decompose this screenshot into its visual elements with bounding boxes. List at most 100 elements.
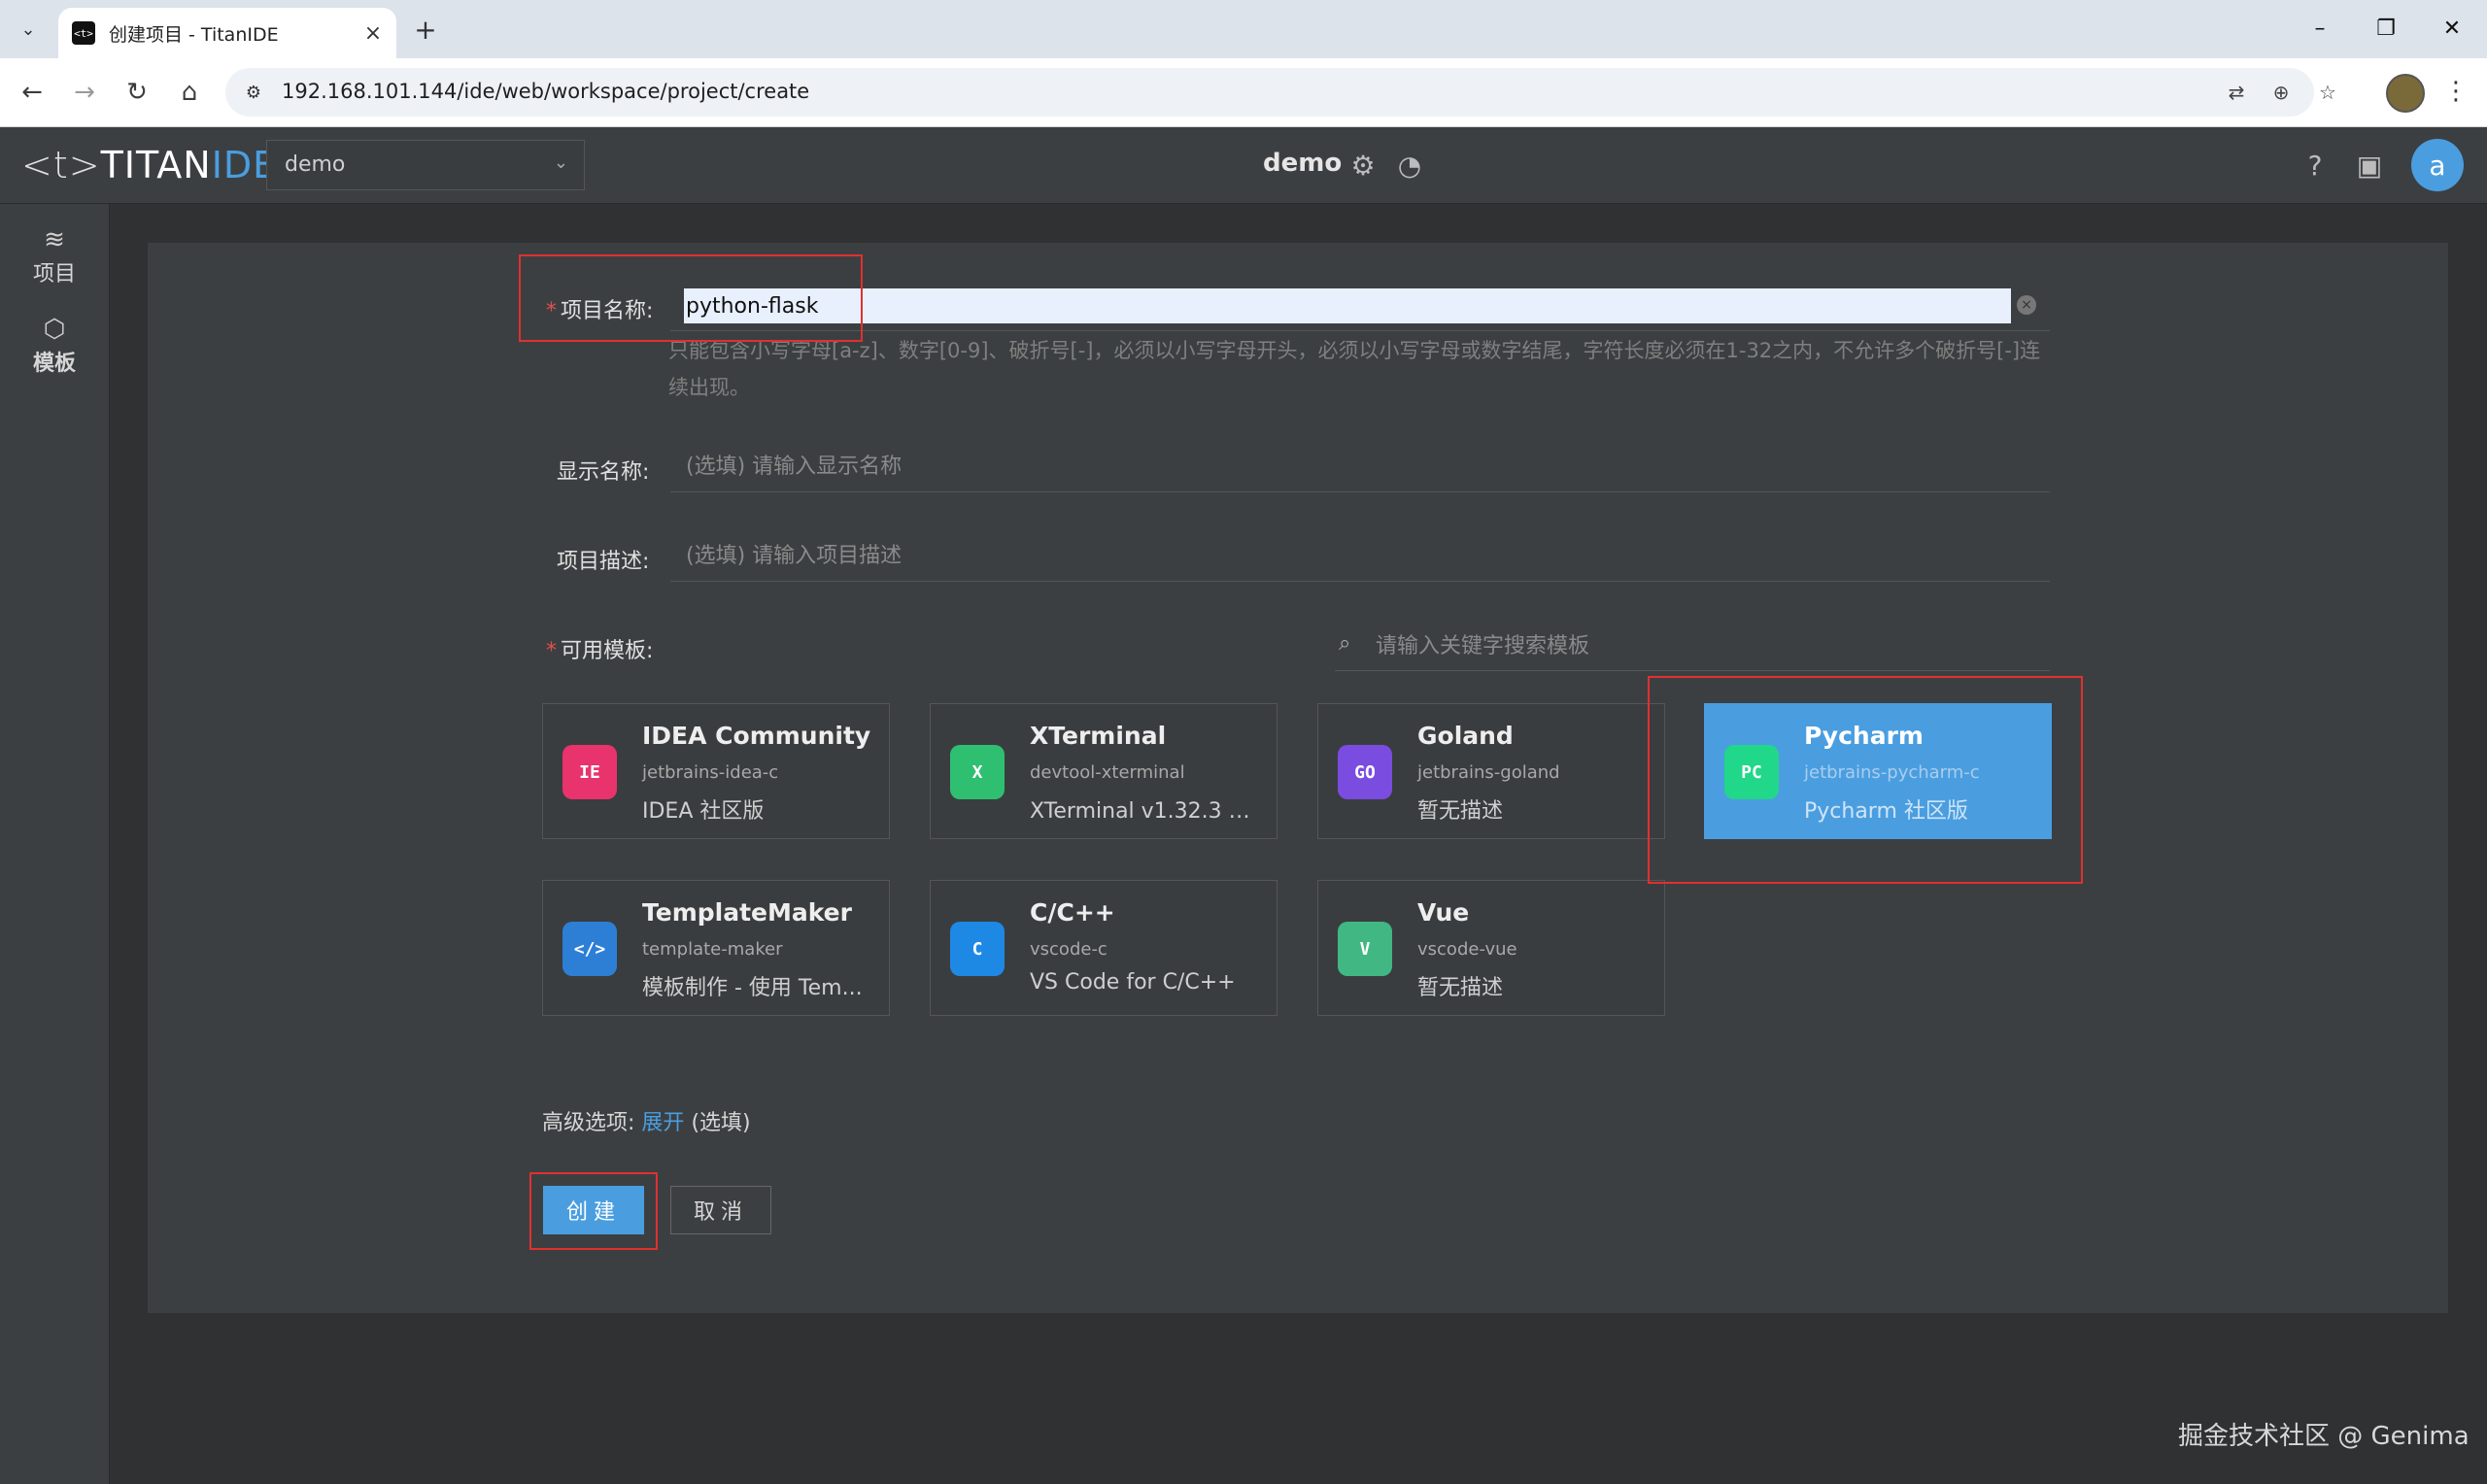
template-id: jetbrains-goland <box>1417 762 1560 783</box>
zoom-icon[interactable]: ⊕ <box>2266 78 2297 107</box>
template-desc: IDEA 社区版 <box>642 799 765 824</box>
gear-icon[interactable]: ⚙ <box>1345 147 1381 184</box>
home-icon[interactable]: ⌂ <box>169 72 210 113</box>
template-id: jetbrains-idea-c <box>642 762 779 783</box>
template-title: C/C++ <box>1030 898 1115 927</box>
template-card[interactable]: X XTerminal devtool-xterminal XTerminal v1.… <box>930 703 1278 839</box>
tab-close-icon[interactable]: × <box>358 21 389 46</box>
forward-icon[interactable]: → <box>64 72 105 113</box>
new-tab-icon[interactable]: + <box>406 12 445 47</box>
titanide-logo[interactable]: <t> TITAN IDE <box>21 143 277 187</box>
display-name-label: 显示名称: <box>557 460 650 485</box>
clear-icon[interactable]: × <box>2017 295 2036 315</box>
template-id: devtool-xterminal <box>1030 762 1185 783</box>
sidebar-item-label: 模板 <box>32 352 76 376</box>
template-desc: Pycharm 社区版 <box>1804 799 1968 824</box>
minimize-icon[interactable]: – <box>2293 10 2347 47</box>
template-search-input[interactable] <box>1374 622 2038 670</box>
project-name-underline <box>670 330 2050 331</box>
tab-favicon: <t> <box>72 21 95 45</box>
project-desc-label: 项目描述: <box>557 550 650 574</box>
template-desc: 暂无描述 <box>1417 799 1504 824</box>
template-id: vscode-c <box>1030 939 1107 960</box>
idea-icon: IE <box>562 745 617 799</box>
reload-icon[interactable]: ↻ <box>117 72 157 113</box>
template-search: ⌕ <box>1335 622 2050 671</box>
vscode-c-icon: C <box>950 922 1005 976</box>
display-name-input[interactable] <box>670 443 2050 489</box>
app-header: <t> TITAN IDE demo ⌄ demo ⚙ ◔ ? ▣ a <box>0 127 2487 204</box>
project-desc-input[interactable] <box>670 532 2050 579</box>
template-id: vscode-vue <box>1417 939 1517 960</box>
template-card[interactable]: C C/C++ vscode-c VS Code for C/C++ <box>930 880 1278 1016</box>
bookmark-star-icon[interactable]: ☆ <box>2312 78 2343 107</box>
create-button[interactable]: 创建 <box>543 1186 644 1234</box>
logo-bracket: <t> <box>21 144 101 186</box>
chevron-down-icon: ⌄ <box>553 152 568 173</box>
display-name-field <box>670 443 2050 492</box>
advanced-options: 高级选项: 展开 (选填) <box>542 1105 751 1136</box>
template-title: TemplateMaker <box>642 898 852 927</box>
watermark: 掘金技术社区 @ Genima <box>2178 1422 2470 1451</box>
dashboard-icon[interactable]: ◔ <box>1391 147 1428 184</box>
workspace-title: demo <box>1263 149 1343 178</box>
template-card[interactable]: </> TemplateMaker template-maker 模板制作 - 使用 … <box>542 880 890 1016</box>
browser-tab[interactable]: <t> 创建项目 - TitanIDE × <box>58 8 396 58</box>
profile-avatar[interactable] <box>2386 74 2425 113</box>
help-icon[interactable]: ? <box>2297 147 2334 184</box>
template-title: XTerminal <box>1030 722 1167 750</box>
address-bar[interactable]: ⚙ 192.168.101.144/ide/web/workspace/proj… <box>225 68 2336 117</box>
sidebar-item-projects[interactable]: ≋ 项目 <box>0 218 109 295</box>
template-card[interactable]: V Vue vscode-vue 暂无描述 <box>1317 880 1665 1016</box>
template-card[interactable]: IE IDEA Community jetbrains-idea-c IDEA 社区版 <box>542 703 890 839</box>
tab-search-icon[interactable]: ⌄ <box>12 14 45 45</box>
user-avatar[interactable]: a <box>2411 139 2464 191</box>
template-title: IDEA Community <box>642 722 871 750</box>
template-id: template-maker <box>642 939 783 960</box>
layers-icon: ≋ <box>44 225 65 254</box>
sidebar-item-label: 项目 <box>32 262 76 287</box>
sidebar: ≋ 项目 ⬡ 模板 <box>0 204 110 1484</box>
template-desc: 模板制作 - 使用 Tem... <box>642 976 863 1000</box>
template-desc: 暂无描述 <box>1417 976 1504 1000</box>
sidebar-item-templates[interactable]: ⬡ 模板 <box>0 307 109 385</box>
translate-icon[interactable]: ⇄ <box>2221 78 2252 107</box>
cancel-button[interactable]: 取消 <box>670 1186 771 1234</box>
browser-menu-icon[interactable]: ⋮ <box>2438 72 2473 111</box>
template-desc: VS Code for C/C++ <box>1030 970 1236 995</box>
template-title: Vue <box>1417 898 1470 927</box>
window-close-icon[interactable]: ✕ <box>2425 10 2479 47</box>
restore-icon[interactable]: ❐ <box>2359 10 2413 47</box>
cube-icon: ⬡ <box>43 315 66 344</box>
template-title: Goland <box>1417 722 1514 750</box>
search-icon: ⌕ <box>1339 631 1351 656</box>
goland-icon: GO <box>1338 745 1392 799</box>
templates-label: * 可用模板: <box>546 639 654 663</box>
browser-tab-bar: ⌄ <t> 创建项目 - TitanIDE × + – ❐ ✕ <box>0 0 2487 58</box>
advanced-suffix: (选填) <box>691 1111 751 1135</box>
project-name-hint: 只能包含小写字母[a-z]、数字[0-9]、破折号[-]，必须以小写字母开头，必… <box>668 339 2041 399</box>
vscode-vue-icon: V <box>1338 922 1392 976</box>
back-icon[interactable]: ← <box>12 72 52 113</box>
workspace-select[interactable]: demo ⌄ <box>266 140 585 190</box>
project-name-label: * 项目名称: <box>546 299 654 323</box>
advanced-label: 高级选项: <box>542 1111 635 1135</box>
site-info-icon[interactable]: ⚙ <box>239 78 268 107</box>
template-title: Pycharm <box>1804 722 1924 750</box>
settings-panel-icon[interactable]: ▣ <box>2351 147 2388 184</box>
logo-titan: TITAN <box>100 144 212 186</box>
workspace-select-value: demo <box>285 152 346 177</box>
url-text: 192.168.101.144/ide/web/workspace/projec… <box>282 80 810 103</box>
template-desc: XTerminal v1.32.3 强... <box>1030 799 1263 824</box>
browser-toolbar: ← → ↻ ⌂ ⚙ 192.168.101.144/ide/web/worksp… <box>0 58 2487 127</box>
project-desc-field <box>670 532 2050 582</box>
tab-title: 创建项目 - TitanIDE <box>109 23 279 46</box>
pycharm-icon: PC <box>1724 745 1779 799</box>
template-card[interactable]: GO Goland jetbrains-goland 暂无描述 <box>1317 703 1665 839</box>
advanced-expand-link[interactable]: 展开 <box>641 1111 684 1135</box>
project-name-input[interactable] <box>684 288 2011 323</box>
template-card[interactable]: PC Pycharm jetbrains-pycharm-c Pycharm 社区版 <box>1704 703 2052 839</box>
template-id: jetbrains-pycharm-c <box>1804 762 1980 783</box>
xterminal-icon: X <box>950 745 1005 799</box>
template-maker-icon: </> <box>562 922 617 976</box>
